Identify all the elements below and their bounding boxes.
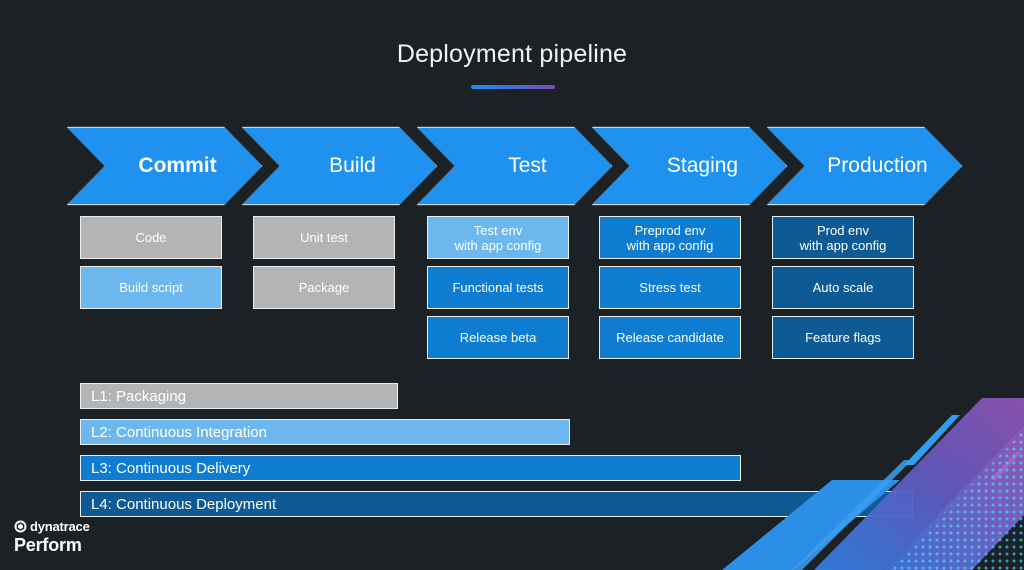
card-prod-env[interactable]: Prod env with app config xyxy=(772,216,914,259)
card-test-env[interactable]: Test env with app config xyxy=(427,216,569,259)
logo-brand-row: dynatrace xyxy=(14,519,90,534)
logo-brand-text: dynatrace xyxy=(30,519,90,534)
card-auto-scale[interactable]: Auto scale xyxy=(772,266,914,309)
card-build-script[interactable]: Build script xyxy=(80,266,222,309)
card-release-candidate[interactable]: Release candidate xyxy=(599,316,741,359)
card-feature-flags[interactable]: Feature flags xyxy=(772,316,914,359)
level-bar-l1[interactable]: L1: Packaging xyxy=(80,383,398,409)
dynatrace-hexagon-icon xyxy=(14,520,27,533)
logo-product-text: Perform xyxy=(14,535,82,555)
level-bar-l3[interactable]: L3: Continuous Delivery xyxy=(80,455,741,481)
card-package[interactable]: Package xyxy=(253,266,395,309)
card-unit-test[interactable]: Unit test xyxy=(253,216,395,259)
card-stress-test[interactable]: Stress test xyxy=(599,266,741,309)
logo: dynatrace Perform xyxy=(14,519,90,556)
activity-cards: Code Build script Unit test Package Test… xyxy=(0,0,1024,570)
card-release-beta[interactable]: Release beta xyxy=(427,316,569,359)
slide: Deployment pipeline Commit Build Test St… xyxy=(0,0,1024,570)
level-bar-l2[interactable]: L2: Continuous Integration xyxy=(80,419,570,445)
card-functional-tests[interactable]: Functional tests xyxy=(427,266,569,309)
card-preprod-env[interactable]: Preprod env with app config xyxy=(599,216,741,259)
level-bar-l4[interactable]: L4: Continuous Deployment xyxy=(80,491,913,517)
card-code[interactable]: Code xyxy=(80,216,222,259)
